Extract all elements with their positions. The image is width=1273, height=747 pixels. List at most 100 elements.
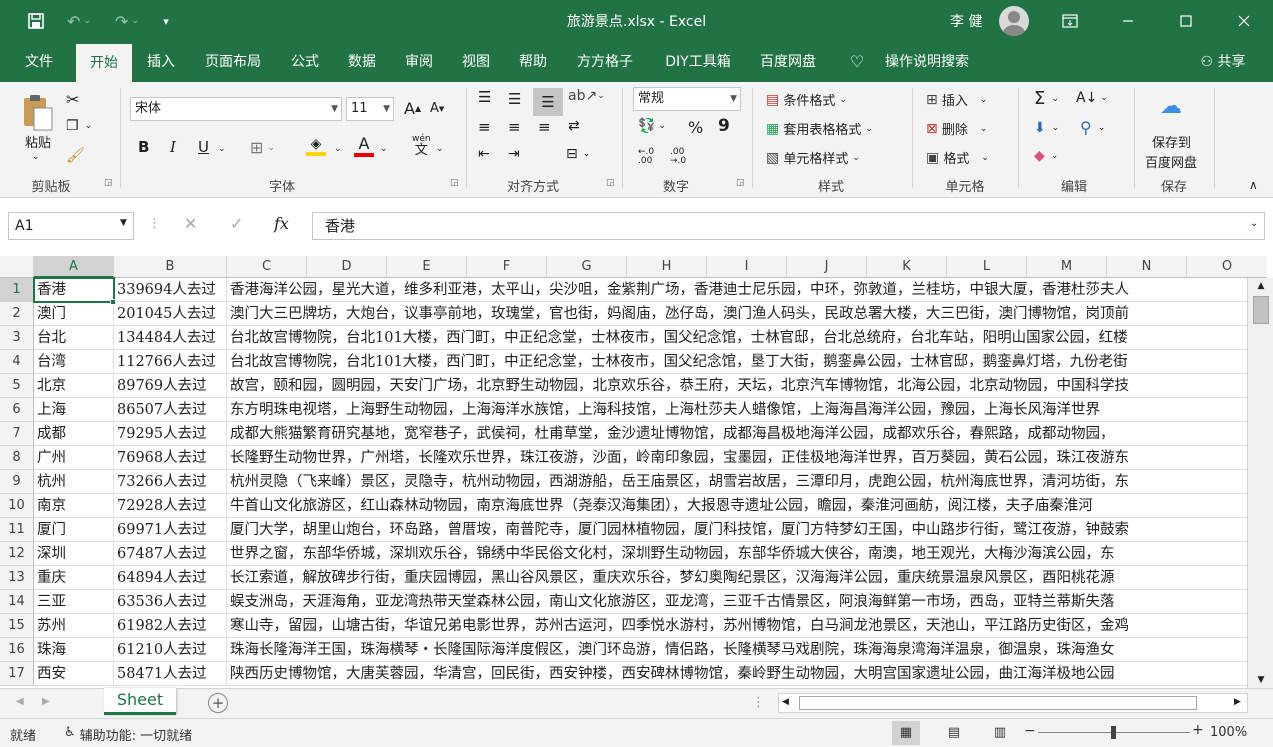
- clipboard-launcher-icon[interactable]: ◲: [104, 178, 113, 188]
- cell-visitors[interactable]: 339694人去过: [114, 278, 227, 302]
- prev-sheet-icon[interactable]: ◀: [16, 696, 24, 707]
- cell-visitors[interactable]: 73266人去过: [114, 470, 227, 494]
- cell-city[interactable]: 香港: [34, 278, 114, 302]
- horizontal-scroll-thumb[interactable]: [799, 696, 1197, 710]
- page-break-view-icon[interactable]: ▥: [986, 721, 1014, 745]
- expand-formula-icon[interactable]: ⌄: [1250, 218, 1258, 229]
- decrease-decimal-icon[interactable]: .00 →.0: [670, 148, 696, 166]
- cell-visitors[interactable]: 67487人去过: [114, 542, 227, 566]
- cell-city[interactable]: 南京: [34, 494, 114, 518]
- cell-visitors[interactable]: 89769人去过: [114, 374, 227, 398]
- alignment-launcher-icon[interactable]: ◲: [606, 178, 615, 188]
- scroll-left-icon[interactable]: ◀: [782, 697, 789, 707]
- avatar[interactable]: [999, 6, 1029, 36]
- row-header[interactable]: 14: [0, 590, 34, 614]
- italic-button[interactable]: I: [170, 138, 176, 156]
- sheet-tab[interactable]: Sheet: [104, 688, 176, 715]
- column-header[interactable]: A: [34, 256, 114, 278]
- cell-attractions[interactable]: 珠海长隆海洋王国，珠海横琴・长隆国际海洋度假区，澳门环岛游，情侣路，长隆横琴马戏…: [227, 638, 1247, 662]
- row-header[interactable]: 4: [0, 350, 34, 374]
- align-left-icon[interactable]: ≡: [478, 118, 491, 136]
- share-button[interactable]: ⚇ 共享: [1186, 42, 1260, 82]
- page-layout-view-icon[interactable]: ▤: [940, 721, 968, 745]
- insert-cells-button[interactable]: ⊞ 插入 ⌄: [926, 90, 987, 110]
- vertical-scrollbar[interactable]: ▲ ▼: [1247, 278, 1273, 688]
- align-bottom-icon[interactable]: ☰: [533, 88, 563, 116]
- tab-baidu-netdisk[interactable]: 百度网盘: [751, 42, 825, 82]
- cell-attractions[interactable]: 东方明珠电视塔，上海野生动物园，上海海洋水族馆，上海科技馆，上海杜莎夫人蜡像馆，…: [227, 398, 1247, 422]
- worksheet-grid[interactable]: A B C D E F G H I J K L M N O 1 香港 339694人…: [0, 256, 1273, 688]
- cell-visitors[interactable]: 201045人去过: [114, 302, 227, 326]
- tab-help[interactable]: 帮助: [509, 42, 557, 82]
- column-header[interactable]: O: [1187, 256, 1267, 278]
- format-as-table-button[interactable]: ▦ 套用表格格式 ⌄: [766, 119, 873, 139]
- tab-file[interactable]: 文件: [14, 42, 64, 82]
- cell-attractions[interactable]: 陕西历史博物馆，大唐芙蓉园，华清宫，回民街，西安钟楼，西安碑林博物馆，秦岭野生动…: [227, 662, 1247, 686]
- tab-data[interactable]: 数据: [338, 42, 386, 82]
- fill-handle[interactable]: [110, 299, 116, 305]
- tab-diy-toolbox[interactable]: DIY工具箱: [653, 42, 743, 82]
- tab-insert[interactable]: 插入: [136, 42, 186, 82]
- zoom-slider-thumb[interactable]: [1111, 726, 1116, 739]
- format-painter-icon[interactable]: 🖌: [66, 146, 85, 164]
- paste-dropdown-icon[interactable]: ⌄: [32, 152, 40, 162]
- column-header[interactable]: H: [627, 256, 707, 278]
- underline-button[interactable]: U: [198, 138, 209, 156]
- column-header[interactable]: K: [867, 256, 947, 278]
- user-name[interactable]: 李 健: [950, 11, 982, 31]
- cell-visitors[interactable]: 61210人去过: [114, 638, 227, 662]
- column-header[interactable]: I: [707, 256, 787, 278]
- column-header[interactable]: G: [547, 256, 627, 278]
- tab-review[interactable]: 审阅: [395, 42, 443, 82]
- row-header[interactable]: 5: [0, 374, 34, 398]
- save-to-baidu-line1[interactable]: 保存到: [1152, 132, 1191, 151]
- row-header[interactable]: 13: [0, 566, 34, 590]
- enter-formula-icon[interactable]: ✓: [230, 214, 243, 233]
- ribbon-display-icon[interactable]: [1041, 0, 1099, 42]
- cell-city[interactable]: 成都: [34, 422, 114, 446]
- copy-icon[interactable]: ❐ ⌄: [66, 118, 92, 134]
- font-size-select[interactable]: 11 ▼: [346, 97, 394, 121]
- horizontal-scrollbar[interactable]: ◀ ▶: [778, 693, 1248, 713]
- number-launcher-icon[interactable]: ◲: [736, 178, 745, 188]
- cell-attractions[interactable]: 台北故宫博物院，台北101大楼，西门町，中正纪念堂，士林夜市，国父纪念馆，士林官…: [227, 326, 1247, 350]
- align-middle-icon[interactable]: ☰: [508, 90, 521, 108]
- row-header[interactable]: 7: [0, 422, 34, 446]
- scroll-right-icon[interactable]: ▶: [1234, 697, 1241, 707]
- column-header[interactable]: C: [227, 256, 307, 278]
- collapse-ribbon-icon[interactable]: ∧: [1249, 178, 1258, 192]
- cell-city[interactable]: 三亚: [34, 590, 114, 614]
- cell-visitors[interactable]: 79295人去过: [114, 422, 227, 446]
- column-header[interactable]: M: [1027, 256, 1107, 278]
- cut-icon[interactable]: ✂: [66, 90, 79, 109]
- align-top-icon[interactable]: ☰: [478, 88, 491, 106]
- row-header[interactable]: 8: [0, 446, 34, 470]
- comma-icon[interactable]: 9: [718, 116, 730, 136]
- cell-visitors[interactable]: 64894人去过: [114, 566, 227, 590]
- autosum-icon[interactable]: Σ ⌄: [1034, 88, 1059, 109]
- scroll-thumb[interactable]: [1253, 296, 1269, 324]
- clear-icon[interactable]: ◆ ⌄: [1034, 148, 1058, 164]
- format-cells-button[interactable]: ▣ 格式 ⌄: [926, 148, 989, 168]
- cell-visitors[interactable]: 58471人去过: [114, 662, 227, 686]
- close-icon[interactable]: [1215, 0, 1273, 42]
- font-name-select[interactable]: 宋体 ▼: [130, 97, 342, 121]
- number-format-select[interactable]: 常规 ▼: [633, 87, 741, 111]
- cell-attractions[interactable]: 世界之窗，东部华侨城，深圳欢乐谷，锦绣中华民俗文化村，深圳野生动物园，东部华侨城…: [227, 542, 1247, 566]
- cell-attractions[interactable]: 牛首山文化旅游区，红山森林动物园，南京海底世界（尧泰汉海集团），大报恩寺遗址公园…: [227, 494, 1247, 518]
- phonetic-icon[interactable]: wén 文: [412, 134, 431, 157]
- maximize-icon[interactable]: [1157, 0, 1215, 42]
- cell-attractions[interactable]: 蜈支洲岛，天涯海角，亚龙湾热带天堂森林公园，南山文化旅游区，亚龙湾，三亚千古情景…: [227, 590, 1247, 614]
- row-header[interactable]: 11: [0, 518, 34, 542]
- cell-attractions[interactable]: 故宫，颐和园，圆明园，天安门广场，北京野生动物园，北京欢乐谷，恭王府，天坛，北京…: [227, 374, 1247, 398]
- paste-icon[interactable]: [16, 88, 60, 136]
- cell-city[interactable]: 广州: [34, 446, 114, 470]
- column-header[interactable]: F: [467, 256, 547, 278]
- row-header[interactable]: 12: [0, 542, 34, 566]
- shrink-font-icon[interactable]: A ▼: [430, 101, 444, 116]
- conditional-format-button[interactable]: ▤ 条件格式 ⌄: [766, 90, 847, 110]
- cell-visitors[interactable]: 86507人去过: [114, 398, 227, 422]
- merge-center-icon[interactable]: ⊟ ⌄: [566, 146, 590, 162]
- minimize-icon[interactable]: [1099, 0, 1157, 42]
- cell-visitors[interactable]: 112766人去过: [114, 350, 227, 374]
